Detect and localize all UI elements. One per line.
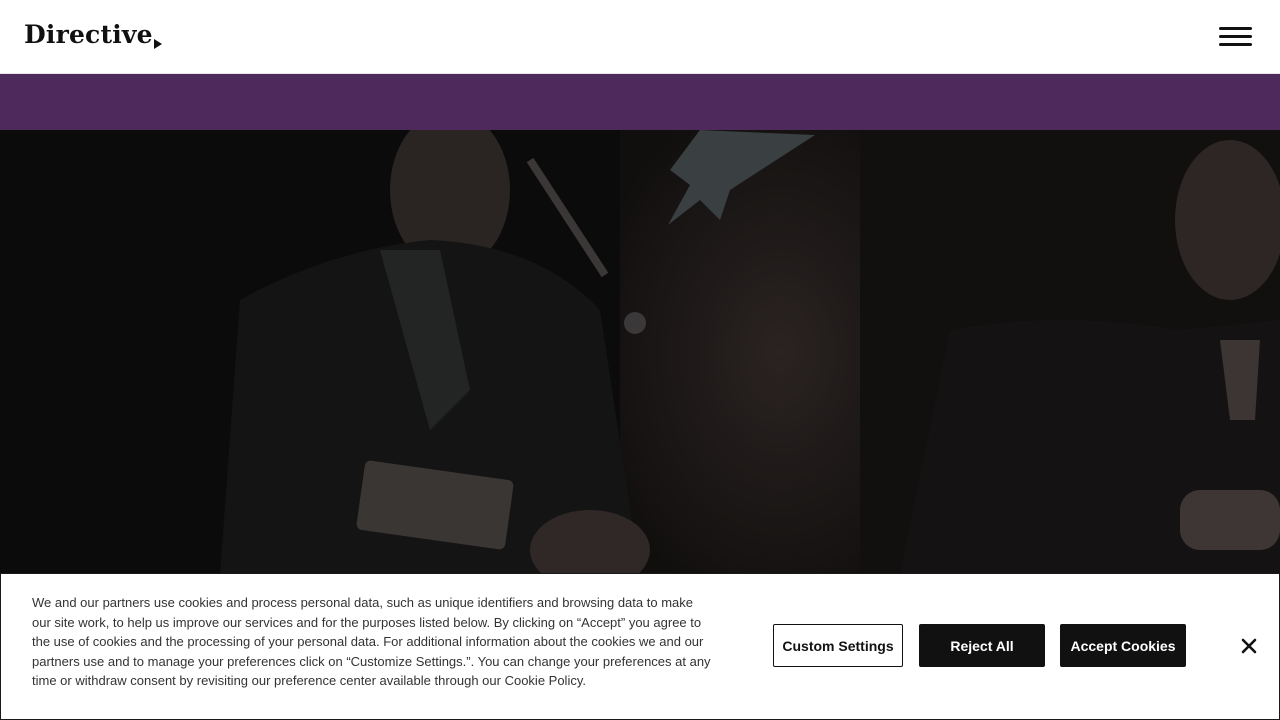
hamburger-line	[1219, 43, 1252, 46]
hero-video[interactable]	[0, 130, 1280, 575]
close-icon[interactable]	[1238, 635, 1260, 657]
cookie-notice-body: We and our partners use cookies and proc…	[32, 595, 711, 688]
custom-settings-button[interactable]: Custom Settings	[773, 624, 903, 667]
accept-cookies-button[interactable]: Accept Cookies	[1060, 624, 1186, 667]
site-logo[interactable]: Directive	[24, 20, 162, 50]
cookie-notice-end: .	[582, 673, 586, 688]
cookie-notice-text: We and our partners use cookies and proc…	[32, 593, 712, 691]
cookie-policy-link[interactable]: Cookie Policy	[505, 673, 583, 688]
reject-all-button[interactable]: Reject All	[919, 624, 1045, 667]
logo-text: Directive	[24, 20, 153, 49]
announcement-banner	[0, 74, 1280, 130]
hamburger-line	[1219, 35, 1252, 38]
logo-arrow-icon	[153, 39, 162, 49]
hamburger-line	[1219, 27, 1252, 30]
hamburger-menu-icon[interactable]	[1219, 26, 1253, 48]
cookie-consent-banner: We and our partners use cookies and proc…	[0, 573, 1280, 720]
hero-image	[0, 130, 1280, 575]
site-header: Directive	[0, 0, 1280, 74]
